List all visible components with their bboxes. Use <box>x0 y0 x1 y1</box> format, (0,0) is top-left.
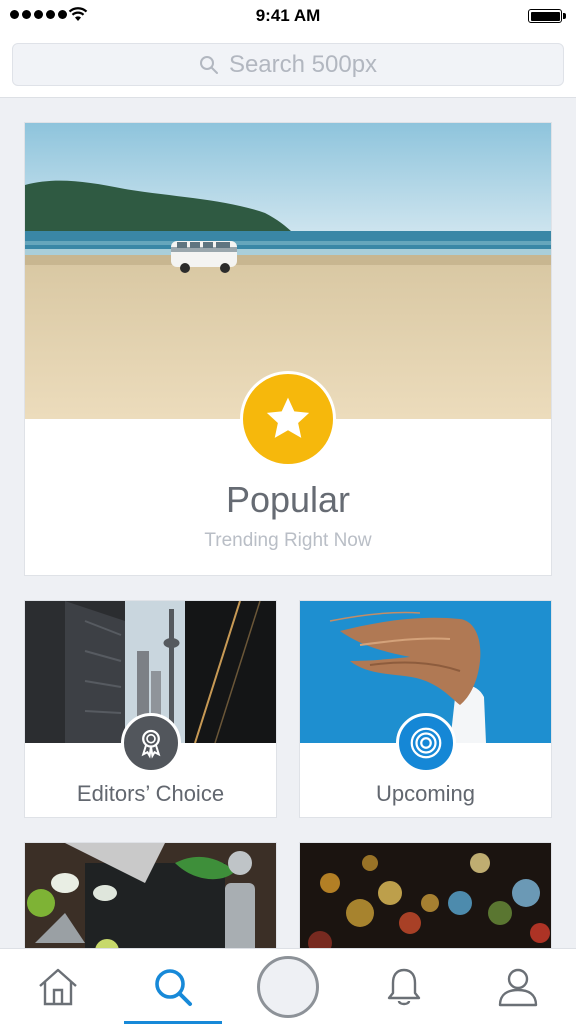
status-bar: 9:41 AM <box>0 0 576 32</box>
upcoming-card[interactable]: Upcoming <box>299 600 552 818</box>
editors-choice-card[interactable]: Editors’ Choice <box>24 600 277 818</box>
upcoming-title: Upcoming <box>375 781 476 806</box>
camera-icon <box>257 956 319 1018</box>
search-header: Search 500px <box>0 32 576 98</box>
category-card-night[interactable] <box>299 842 552 962</box>
search-placeholder: Search 500px <box>228 50 378 78</box>
status-time: 9:41 AM <box>255 6 321 25</box>
editors-choice-title: Editors’ Choice <box>76 781 225 806</box>
award-ribbon-icon <box>141 729 161 759</box>
upcoming-badge <box>396 713 456 773</box>
popular-title: Popular <box>225 479 351 520</box>
star-icon <box>266 397 310 438</box>
bell-icon <box>387 968 421 1006</box>
search-icon <box>199 55 218 74</box>
search-input[interactable]: Search 500px <box>12 43 564 86</box>
kitchen-tools-photo <box>25 843 276 961</box>
profile-icon <box>498 968 538 1007</box>
tab-notifications[interactable] <box>366 949 442 1024</box>
tab-bar <box>0 948 576 1024</box>
tab-home[interactable] <box>20 949 96 1024</box>
battery-icon <box>528 9 566 23</box>
concentric-circles-icon <box>410 727 442 759</box>
search-icon <box>155 969 192 1006</box>
tab-search[interactable] <box>124 949 222 1024</box>
editors-choice-badge <box>121 713 181 773</box>
home-icon <box>39 968 77 1006</box>
category-card-kitchen[interactable] <box>24 842 277 962</box>
popular-star-badge <box>240 371 336 467</box>
tab-profile[interactable] <box>480 949 556 1024</box>
tab-camera[interactable] <box>250 949 326 1024</box>
popular-subtitle: Trending Right Now <box>204 530 372 551</box>
popular-card[interactable]: Popular Trending Right Now <box>24 122 552 576</box>
bokeh-lights-photo <box>300 843 551 961</box>
